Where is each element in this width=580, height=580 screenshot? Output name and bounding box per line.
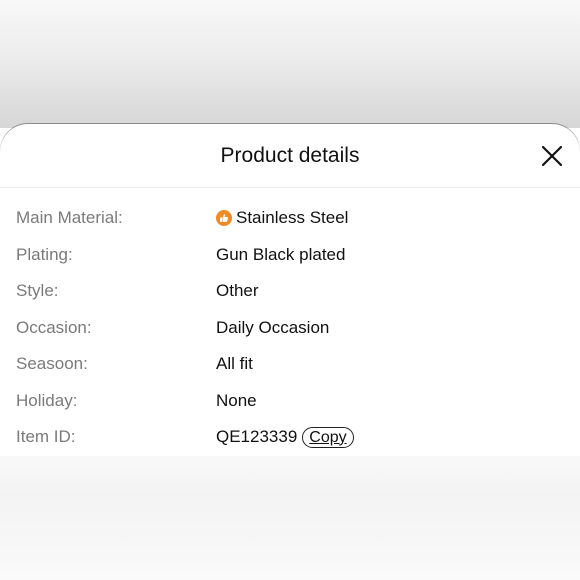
sheet-header: Product details — [0, 124, 580, 188]
detail-row-item-id: Item ID: QE123339 Copy — [0, 419, 580, 456]
bottom-backdrop — [0, 456, 580, 580]
detail-label: Item ID: — [16, 427, 76, 447]
detail-value: All fit — [216, 354, 253, 374]
detail-label: Plating: — [16, 244, 73, 264]
details-list: Main Material: Stainless Steel Plating: … — [0, 200, 580, 456]
detail-row-main-material: Main Material: Stainless Steel — [0, 200, 580, 237]
item-id-value: QE123339 — [216, 427, 298, 447]
detail-row-occasion: Occasion: Daily Occasion — [0, 310, 580, 347]
detail-row-season: Seasoon: All fit — [0, 346, 580, 383]
detail-label: Seasoon: — [16, 354, 88, 374]
backdrop — [0, 0, 580, 128]
detail-value: QE123339 Copy — [216, 426, 354, 448]
close-button[interactable] — [540, 144, 564, 168]
detail-row-style: Style: Other — [0, 273, 580, 310]
detail-value: Gun Black plated — [216, 244, 346, 264]
detail-label: Occasion: — [16, 317, 92, 337]
detail-value: Stainless Steel — [216, 208, 348, 228]
copy-button[interactable]: Copy — [302, 426, 354, 448]
sheet-title: Product details — [220, 144, 360, 167]
detail-value: Other — [216, 281, 259, 301]
detail-value: Daily Occasion — [216, 317, 330, 337]
detail-value: None — [216, 390, 257, 410]
main-material-value: Stainless Steel — [236, 208, 349, 228]
thumbs-up-badge-icon — [216, 210, 232, 227]
close-icon — [541, 145, 563, 167]
detail-row-holiday: Holiday: None — [0, 383, 580, 420]
detail-label: Style: — [16, 281, 59, 301]
product-details-sheet: Product details Main Material: Stainless… — [0, 124, 580, 456]
detail-label: Holiday: — [16, 390, 78, 410]
detail-row-plating: Plating: Gun Black plated — [0, 237, 580, 274]
detail-label: Main Material: — [16, 208, 123, 228]
